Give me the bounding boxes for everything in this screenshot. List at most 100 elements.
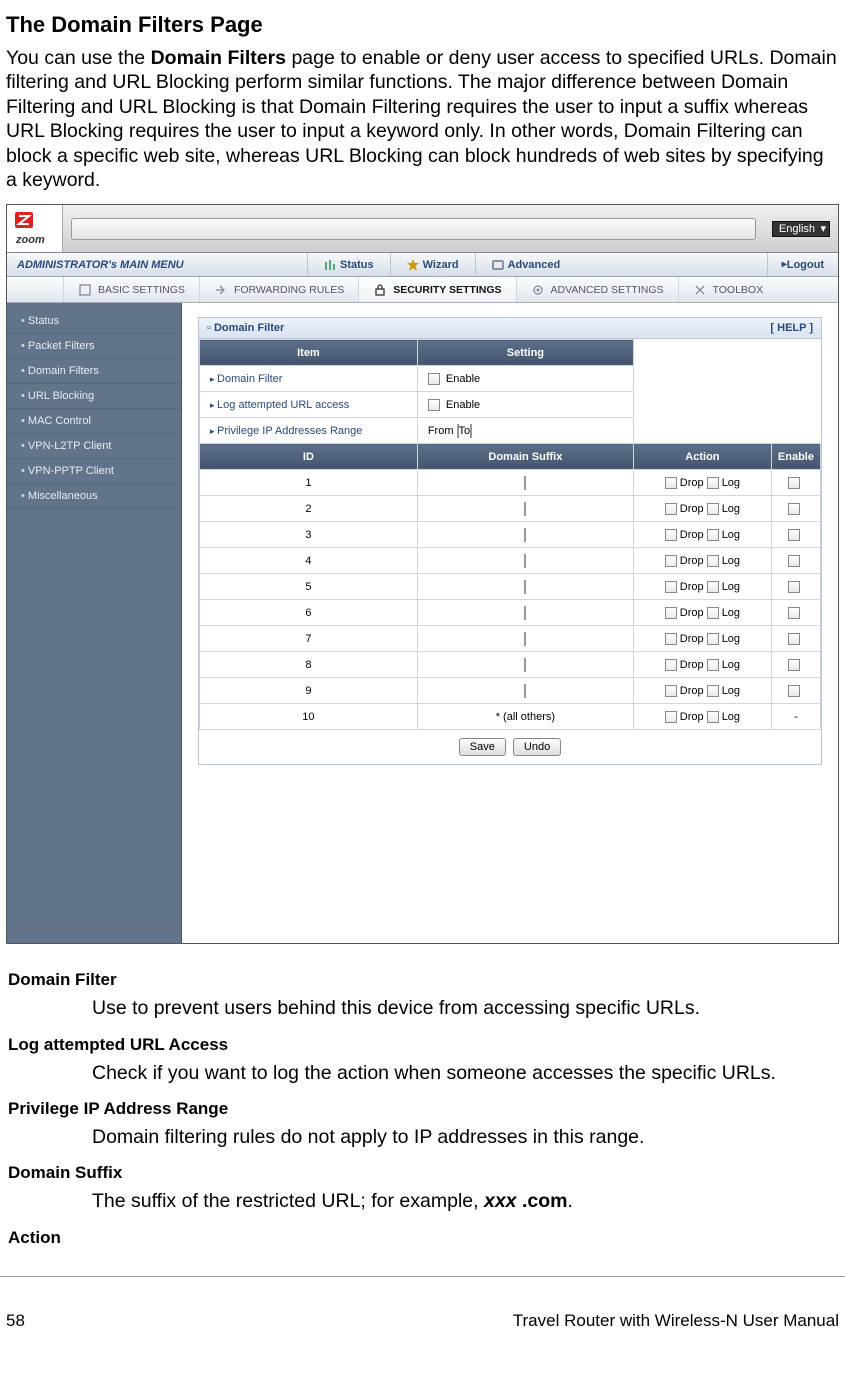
rule-enable-checkbox[interactable] — [788, 607, 800, 619]
tab-forwarding-rules[interactable]: FORWARDING RULES — [199, 277, 358, 302]
log-label: Log — [722, 503, 740, 515]
domain-filter-enable-checkbox[interactable] — [428, 373, 440, 385]
undo-button[interactable]: Undo — [513, 738, 561, 756]
help-link[interactable]: [ HELP ] — [770, 322, 813, 334]
domain-suffix-input[interactable] — [524, 528, 526, 542]
drop-checkbox[interactable] — [665, 555, 677, 567]
log-checkbox[interactable] — [707, 711, 719, 723]
log-checkbox[interactable] — [707, 581, 719, 593]
mainmenu-logout[interactable]: Logout — [767, 253, 838, 276]
language-select[interactable]: English — [772, 221, 830, 237]
drop-label: Drop — [680, 581, 707, 593]
rule-enable-checkbox[interactable] — [788, 659, 800, 671]
mainmenu-item-status[interactable]: Status — [307, 253, 390, 276]
drop-checkbox[interactable] — [665, 503, 677, 515]
rule-enable-cell — [771, 678, 820, 704]
domain-suffix-input[interactable] — [524, 658, 526, 672]
rule-enable-checkbox[interactable] — [788, 581, 800, 593]
sidebar-item-packet-filters[interactable]: Packet Filters — [7, 334, 181, 359]
tab-security-settings[interactable]: SECURITY SETTINGS — [358, 277, 515, 302]
sidebar-item-vpn-l2tp-client[interactable]: VPN-L2TP Client — [7, 434, 181, 459]
log-checkbox[interactable] — [707, 503, 719, 515]
rule-enable-checkbox[interactable] — [788, 529, 800, 541]
url-field[interactable] — [71, 218, 756, 240]
rule-id: 4 — [200, 548, 418, 574]
log-checkbox[interactable] — [707, 555, 719, 567]
domain-suffix-input[interactable] — [524, 476, 526, 490]
domain-suffix-input[interactable] — [524, 502, 526, 516]
sidebar-item-status[interactable]: Status — [7, 309, 181, 334]
col-id: ID — [200, 444, 418, 470]
tab-advanced-settings[interactable]: ADVANCED SETTINGS — [516, 277, 678, 302]
rule-enable-cell — [771, 626, 820, 652]
drop-checkbox[interactable] — [665, 633, 677, 645]
page-footer: 58 Travel Router with Wireless-N User Ma… — [0, 1276, 845, 1341]
rule-action-cell: Drop Log — [633, 522, 771, 548]
rule-enable-cell — [771, 574, 820, 600]
rule-id: 8 — [200, 652, 418, 678]
sidebar-item-vpn-pptp-client[interactable]: VPN-PPTP Client — [7, 459, 181, 484]
log-label: Log — [722, 581, 740, 593]
log-checkbox[interactable] — [707, 607, 719, 619]
rule-action-cell: Drop Log — [633, 678, 771, 704]
mainmenu-item-advanced[interactable]: Advanced — [475, 253, 577, 276]
log-checkbox[interactable] — [707, 659, 719, 671]
drop-checkbox[interactable] — [665, 581, 677, 593]
log-checkbox[interactable] — [707, 477, 719, 489]
log-checkbox[interactable] — [707, 633, 719, 645]
sidebar-item-mac-control[interactable]: MAC Control — [7, 409, 181, 434]
language-box: English — [764, 205, 838, 252]
log-label: Log — [722, 477, 740, 489]
rule-enable-checkbox[interactable] — [788, 503, 800, 515]
sidebar-item-miscellaneous[interactable]: Miscellaneous — [7, 484, 181, 509]
drop-checkbox[interactable] — [665, 529, 677, 541]
row-privilege-label: Privilege IP Addresses Range — [200, 418, 418, 444]
rule-enable-cell — [771, 548, 820, 574]
rule-enable-checkbox[interactable] — [788, 555, 800, 567]
rule-suffix-cell: * (all others) — [417, 704, 633, 730]
tab-forwarding-label: FORWARDING RULES — [234, 284, 344, 296]
domain-suffix-input[interactable] — [524, 632, 526, 646]
rule-id: 10 — [200, 704, 418, 730]
section-title: The Domain Filters Page — [6, 12, 839, 38]
drop-checkbox[interactable] — [665, 685, 677, 697]
log-checkbox[interactable] — [707, 529, 719, 541]
table-row: 3Drop Log — [200, 522, 821, 548]
table-row: 5Drop Log — [200, 574, 821, 600]
privilege-to-input[interactable] — [470, 424, 472, 438]
rule-enable-checkbox[interactable] — [788, 477, 800, 489]
drop-label: Drop — [680, 555, 707, 567]
domain-suffix-input[interactable] — [524, 684, 526, 698]
domain-suffix-input[interactable] — [524, 580, 526, 594]
tab-security-label: SECURITY SETTINGS — [393, 284, 501, 296]
rule-id: 6 — [200, 600, 418, 626]
drop-label: Drop — [680, 659, 707, 671]
rule-enable-checkbox[interactable] — [788, 633, 800, 645]
rule-enable-cell — [771, 600, 820, 626]
rule-action-cell: Drop Log — [633, 574, 771, 600]
drop-checkbox[interactable] — [665, 477, 677, 489]
col-suffix: Domain Suffix — [417, 444, 633, 470]
save-button[interactable]: Save — [459, 738, 506, 756]
drop-checkbox[interactable] — [665, 659, 677, 671]
mainmenu-item-wizard[interactable]: Wizard — [390, 253, 475, 276]
def-suffix-post: . — [567, 1190, 572, 1212]
sidebar-item-domain-filters[interactable]: Domain Filters — [7, 359, 181, 384]
rule-enable-checkbox[interactable] — [788, 685, 800, 697]
def-action-term: Action — [8, 1228, 837, 1248]
def-suffix-term: Domain Suffix — [8, 1163, 837, 1183]
drop-checkbox[interactable] — [665, 711, 677, 723]
settings-tabs: BASIC SETTINGS FORWARDING RULES SECURITY… — [7, 277, 838, 303]
tab-basic-settings[interactable]: BASIC SETTINGS — [63, 277, 199, 302]
drop-checkbox[interactable] — [665, 607, 677, 619]
tab-toolbox[interactable]: TOOLBOX — [678, 277, 778, 302]
log-checkbox[interactable] — [707, 685, 719, 697]
domain-suffix-input[interactable] — [524, 606, 526, 620]
table-row: 1Drop Log — [200, 470, 821, 496]
page-number: 58 — [6, 1311, 25, 1331]
domain-suffix-input[interactable] — [524, 554, 526, 568]
intro-paragraph: You can use the Domain Filters page to e… — [6, 46, 839, 192]
log-attempt-enable-checkbox[interactable] — [428, 399, 440, 411]
table-row: 7Drop Log — [200, 626, 821, 652]
sidebar-item-url-blocking[interactable]: URL Blocking — [7, 384, 181, 409]
